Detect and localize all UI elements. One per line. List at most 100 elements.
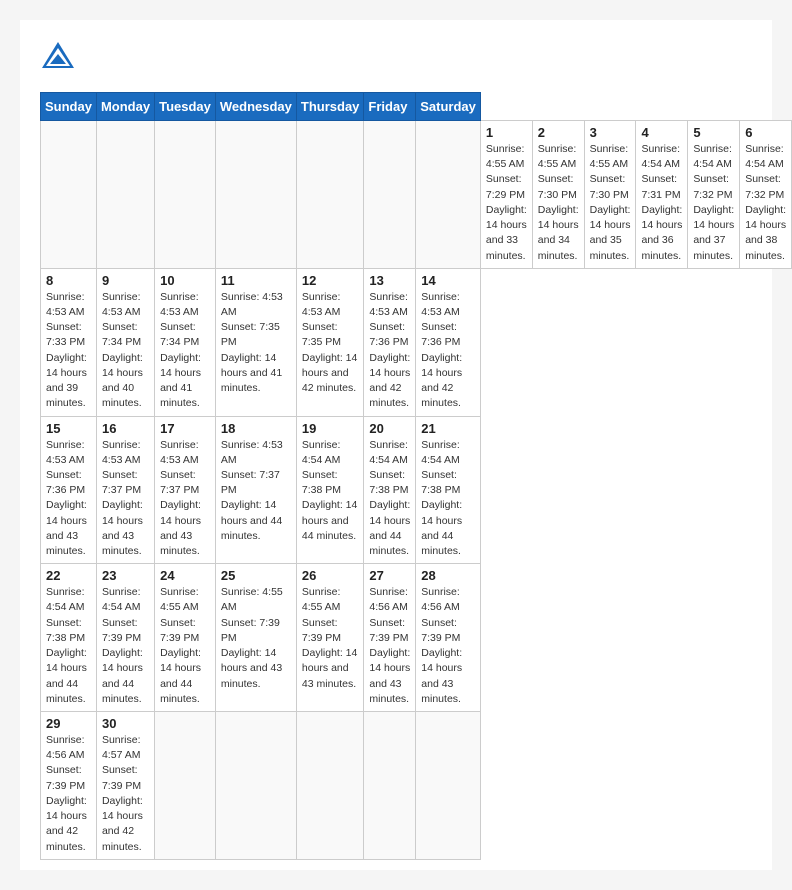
calendar-body: 1 Sunrise: 4:55 AMSunset: 7:29 PMDaylight…	[41, 121, 792, 860]
calendar-cell: 4Sunrise: 4:54 AMSunset: 7:31 PMDaylight…	[636, 121, 688, 269]
calendar-cell: 20 Sunrise: 4:54 AMSunset: 7:38 PMDayligh…	[364, 416, 416, 564]
day-number: 6	[745, 125, 786, 140]
weekday-wednesday: Wednesday	[215, 93, 296, 121]
day-info: Sunrise: 4:54 AMSunset: 7:38 PMDaylight:…	[46, 585, 91, 707]
calendar-week-4: 22 Sunrise: 4:54 AMSunset: 7:38 PMDayligh…	[41, 564, 792, 712]
day-number: 22	[46, 568, 91, 583]
calendar-cell	[41, 121, 97, 269]
calendar-cell	[96, 121, 154, 269]
calendar-cell: 26 Sunrise: 4:55 AMSunset: 7:39 PMDayligh…	[296, 564, 364, 712]
calendar-cell: 1 Sunrise: 4:55 AMSunset: 7:29 PMDaylight…	[480, 121, 532, 269]
day-info: Sunrise: 4:53 AMSunset: 7:36 PMDaylight:…	[421, 290, 475, 412]
day-number: 11	[221, 273, 291, 288]
day-number: 16	[102, 421, 149, 436]
calendar-cell	[364, 712, 416, 860]
weekday-tuesday: Tuesday	[155, 93, 216, 121]
calendar-cell: 19Sunrise: 4:54 AMSunset: 7:38 PMDayligh…	[296, 416, 364, 564]
page-header	[40, 40, 752, 76]
day-number: 25	[221, 568, 291, 583]
day-info: Sunrise: 4:53 AMSunset: 7:35 PMDaylight:…	[302, 290, 359, 397]
calendar-cell: 8 Sunrise: 4:53 AMSunset: 7:33 PMDaylight…	[41, 268, 97, 416]
calendar-cell: 25 Sunrise: 4:55 AMSunset: 7:39 PMDayligh…	[215, 564, 296, 712]
calendar-cell	[155, 712, 216, 860]
day-info: Sunrise: 4:53 AMSunset: 7:35 PMDaylight:…	[221, 290, 291, 397]
calendar-cell: 22 Sunrise: 4:54 AMSunset: 7:38 PMDayligh…	[41, 564, 97, 712]
day-number: 3	[590, 125, 631, 140]
day-info: Sunrise: 4:56 AMSunset: 7:39 PMDaylight:…	[46, 733, 91, 855]
day-number: 20	[369, 421, 410, 436]
day-info: Sunrise: 4:53 AMSunset: 7:33 PMDaylight:…	[46, 290, 91, 412]
day-number: 15	[46, 421, 91, 436]
calendar-cell: 2Sunrise: 4:55 AMSunset: 7:30 PMDaylight…	[532, 121, 584, 269]
calendar-cell: 27 Sunrise: 4:56 AMSunset: 7:39 PMDayligh…	[364, 564, 416, 712]
calendar-cell	[215, 121, 296, 269]
day-number: 27	[369, 568, 410, 583]
day-number: 10	[160, 273, 210, 288]
day-number: 17	[160, 421, 210, 436]
calendar-cell: 12 Sunrise: 4:53 AMSunset: 7:35 PMDayligh…	[296, 268, 364, 416]
calendar-cell: 17 Sunrise: 4:53 AMSunset: 7:37 PMDayligh…	[155, 416, 216, 564]
day-info: Sunrise: 4:55 AMSunset: 7:29 PMDaylight:…	[486, 142, 527, 264]
day-info: Sunrise: 4:54 AMSunset: 7:38 PMDaylight:…	[369, 438, 410, 560]
day-number: 9	[102, 273, 149, 288]
day-info: Sunrise: 4:55 AMSunset: 7:30 PMDaylight:…	[590, 142, 631, 264]
day-info: Sunrise: 4:53 AMSunset: 7:37 PMDaylight:…	[160, 438, 210, 560]
day-info: Sunrise: 4:53 AMSunset: 7:37 PMDaylight:…	[221, 438, 291, 545]
day-number: 26	[302, 568, 359, 583]
day-info: Sunrise: 4:54 AMSunset: 7:38 PMDaylight:…	[421, 438, 475, 560]
day-info: Sunrise: 4:56 AMSunset: 7:39 PMDaylight:…	[421, 585, 475, 707]
calendar-cell: 23 Sunrise: 4:54 AMSunset: 7:39 PMDayligh…	[96, 564, 154, 712]
calendar-cell: 13Sunrise: 4:53 AMSunset: 7:36 PMDayligh…	[364, 268, 416, 416]
calendar-cell	[215, 712, 296, 860]
weekday-sunday: Sunday	[41, 93, 97, 121]
calendar-cell	[296, 121, 364, 269]
logo-icon	[40, 40, 76, 76]
day-info: Sunrise: 4:55 AMSunset: 7:30 PMDaylight:…	[538, 142, 579, 264]
day-number: 19	[302, 421, 359, 436]
calendar-cell: 9 Sunrise: 4:53 AMSunset: 7:34 PMDaylight…	[96, 268, 154, 416]
day-info: Sunrise: 4:54 AMSunset: 7:31 PMDaylight:…	[641, 142, 682, 264]
logo	[40, 40, 82, 76]
day-info: Sunrise: 4:56 AMSunset: 7:39 PMDaylight:…	[369, 585, 410, 707]
day-number: 28	[421, 568, 475, 583]
day-info: Sunrise: 4:57 AMSunset: 7:39 PMDaylight:…	[102, 733, 149, 855]
day-number: 1	[486, 125, 527, 140]
calendar-cell: 30Sunrise: 4:57 AMSunset: 7:39 PMDayligh…	[96, 712, 154, 860]
calendar-cell: 10Sunrise: 4:53 AMSunset: 7:34 PMDayligh…	[155, 268, 216, 416]
calendar-cell: 15 Sunrise: 4:53 AMSunset: 7:36 PMDayligh…	[41, 416, 97, 564]
day-info: Sunrise: 4:54 AMSunset: 7:39 PMDaylight:…	[102, 585, 149, 707]
calendar-cell	[364, 121, 416, 269]
day-number: 12	[302, 273, 359, 288]
weekday-header-row: SundayMondayTuesdayWednesdayThursdayFrid…	[41, 93, 792, 121]
day-info: Sunrise: 4:54 AMSunset: 7:32 PMDaylight:…	[693, 142, 734, 264]
calendar-cell: 6 Sunrise: 4:54 AMSunset: 7:32 PMDaylight…	[740, 121, 792, 269]
day-info: Sunrise: 4:53 AMSunset: 7:37 PMDaylight:…	[102, 438, 149, 560]
calendar-week-1: 1 Sunrise: 4:55 AMSunset: 7:29 PMDaylight…	[41, 121, 792, 269]
calendar-week-2: 8 Sunrise: 4:53 AMSunset: 7:33 PMDaylight…	[41, 268, 792, 416]
day-info: Sunrise: 4:53 AMSunset: 7:36 PMDaylight:…	[369, 290, 410, 412]
day-info: Sunrise: 4:53 AMSunset: 7:36 PMDaylight:…	[46, 438, 91, 560]
calendar-cell: 29 Sunrise: 4:56 AMSunset: 7:39 PMDayligh…	[41, 712, 97, 860]
day-number: 23	[102, 568, 149, 583]
calendar-week-3: 15 Sunrise: 4:53 AMSunset: 7:36 PMDayligh…	[41, 416, 792, 564]
calendar-cell: 5 Sunrise: 4:54 AMSunset: 7:32 PMDaylight…	[688, 121, 740, 269]
day-info: Sunrise: 4:55 AMSunset: 7:39 PMDaylight:…	[160, 585, 210, 707]
weekday-monday: Monday	[96, 93, 154, 121]
day-number: 29	[46, 716, 91, 731]
calendar-cell	[416, 121, 481, 269]
day-info: Sunrise: 4:54 AMSunset: 7:32 PMDaylight:…	[745, 142, 786, 264]
calendar-cell	[155, 121, 216, 269]
calendar-page: SundayMondayTuesdayWednesdayThursdayFrid…	[20, 20, 772, 870]
calendar-cell	[416, 712, 481, 860]
weekday-friday: Friday	[364, 93, 416, 121]
weekday-thursday: Thursday	[296, 93, 364, 121]
calendar-cell: 18 Sunrise: 4:53 AMSunset: 7:37 PMDayligh…	[215, 416, 296, 564]
calendar-cell: 3 Sunrise: 4:55 AMSunset: 7:30 PMDaylight…	[584, 121, 636, 269]
calendar-cell: 28 Sunrise: 4:56 AMSunset: 7:39 PMDayligh…	[416, 564, 481, 712]
day-info: Sunrise: 4:53 AMSunset: 7:34 PMDaylight:…	[102, 290, 149, 412]
day-number: 8	[46, 273, 91, 288]
day-number: 5	[693, 125, 734, 140]
day-info: Sunrise: 4:55 AMSunset: 7:39 PMDaylight:…	[302, 585, 359, 692]
day-number: 18	[221, 421, 291, 436]
day-info: Sunrise: 4:55 AMSunset: 7:39 PMDaylight:…	[221, 585, 291, 692]
